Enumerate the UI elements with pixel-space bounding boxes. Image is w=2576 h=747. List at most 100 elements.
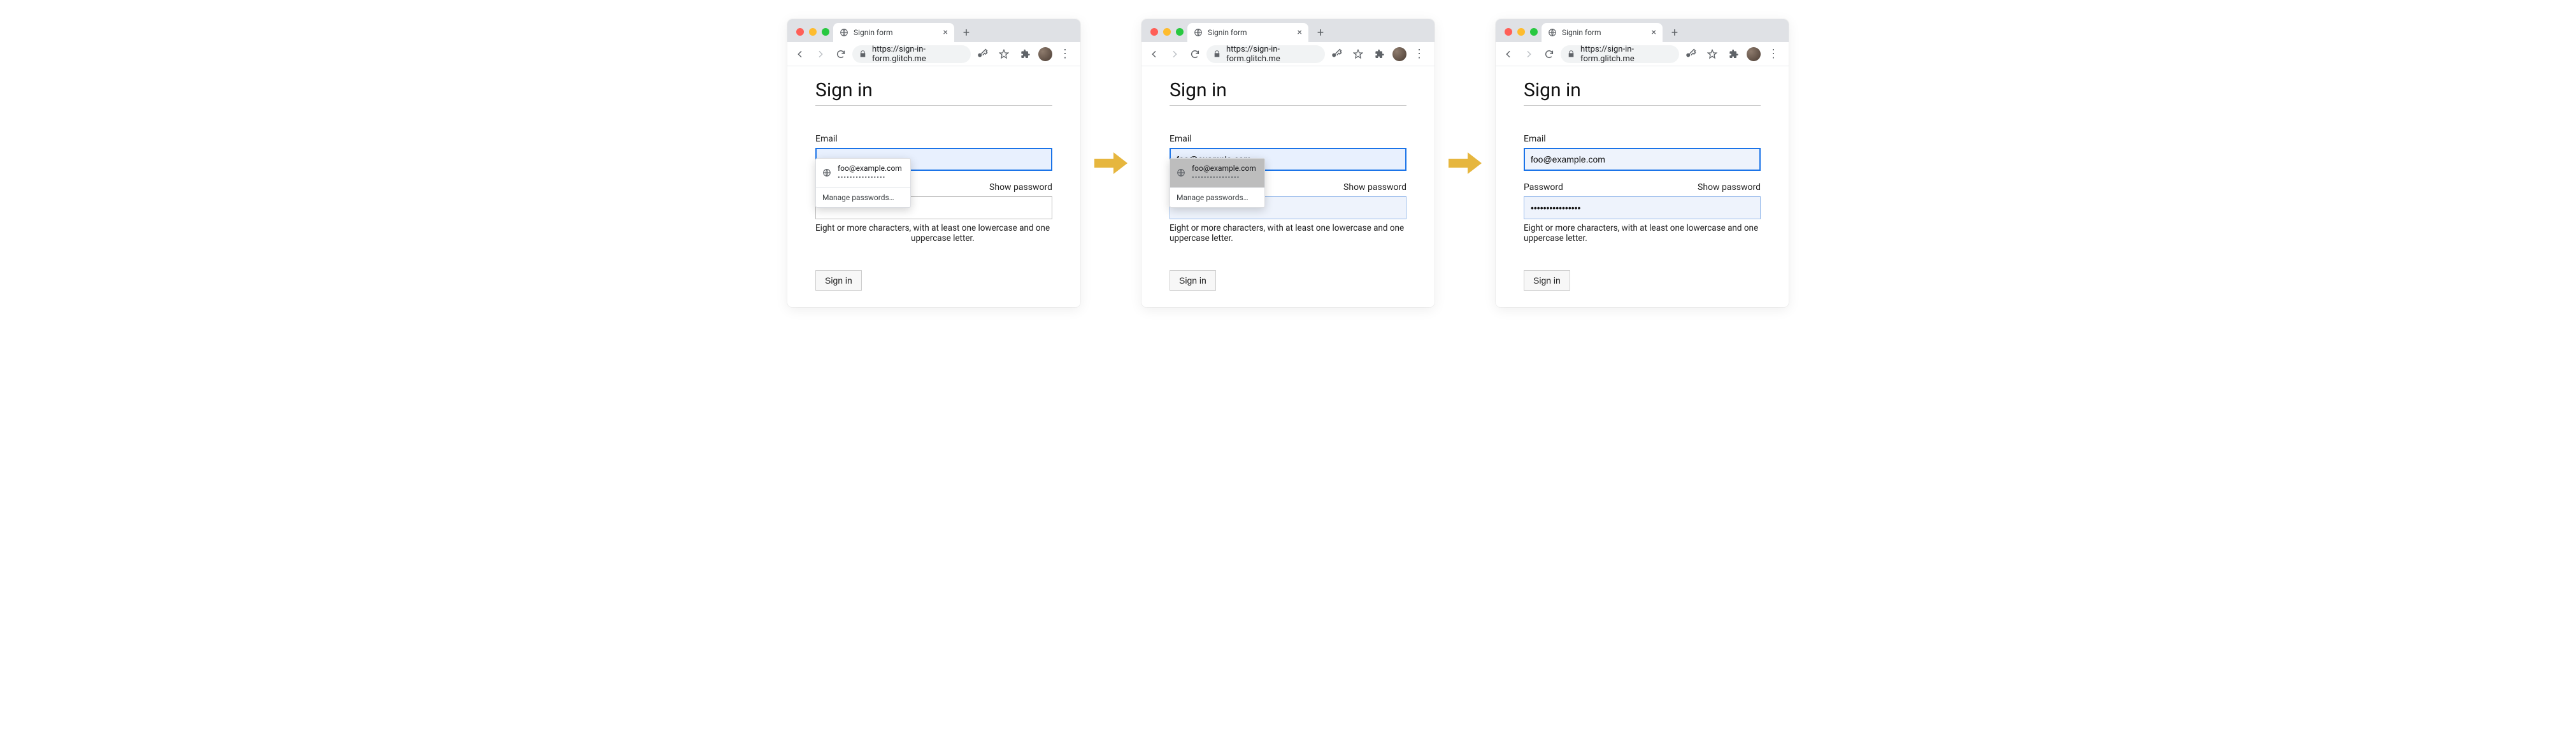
sign-in-button[interactable]: Sign in [1524, 270, 1570, 291]
lock-icon [859, 50, 867, 58]
manage-passwords-link[interactable]: Manage passwords… [816, 188, 910, 207]
show-password-toggle[interactable]: Show password [989, 182, 1052, 192]
password-hint: Eight or more characters, with at least … [815, 223, 1052, 243]
password-hint: Eight or more characters, with at least … [1524, 223, 1761, 243]
globe-icon [840, 28, 848, 37]
email-field-group: Email foo@example.com •••••••••••••••• M… [815, 134, 1052, 171]
divider [1170, 105, 1406, 106]
page-content: Sign in Email Password Show password Eig… [1496, 66, 1789, 307]
back-button[interactable] [791, 45, 809, 63]
globe-icon [1548, 28, 1557, 37]
profile-avatar[interactable] [1392, 47, 1406, 61]
tab-strip: Signin form × + [787, 19, 1080, 42]
new-tab-button[interactable]: + [1666, 24, 1683, 41]
email-label: Email [815, 134, 1052, 144]
toolbar: https://sign-in-form.glitch.me ⋮ [1141, 42, 1435, 66]
address-bar[interactable]: https://sign-in-form.glitch.me [1206, 45, 1325, 63]
minimize-window-button[interactable] [809, 28, 817, 36]
bookmark-star-icon[interactable] [1703, 45, 1721, 63]
close-tab-button[interactable]: × [1298, 28, 1302, 37]
bookmark-star-icon[interactable] [995, 45, 1013, 63]
reload-button[interactable] [1186, 45, 1204, 63]
reload-button[interactable] [832, 45, 850, 63]
bookmark-star-icon[interactable] [1349, 45, 1367, 63]
url-text: https://sign-in-form.glitch.me [872, 45, 964, 64]
toolbar: https://sign-in-form.glitch.me ⋮ [1496, 42, 1789, 66]
autofill-email: foo@example.com [838, 164, 902, 173]
manage-passwords-link[interactable]: Manage passwords… [1170, 188, 1264, 207]
autofill-email: foo@example.com [1192, 164, 1256, 173]
autofill-suggestion[interactable]: foo@example.com •••••••••••••••• [816, 159, 910, 187]
back-button[interactable] [1499, 45, 1517, 63]
browser-window-state-2: Signin form × + https://sign-in-form.gli… [1141, 19, 1435, 307]
new-tab-button[interactable]: + [1312, 24, 1329, 41]
close-window-button[interactable] [1150, 28, 1158, 36]
sign-in-button[interactable]: Sign in [815, 270, 862, 291]
arrow-icon [1094, 151, 1127, 175]
forward-button[interactable] [1166, 45, 1184, 63]
autofill-suggestion[interactable]: foo@example.com •••••••••••••••• [1170, 159, 1264, 187]
extensions-icon[interactable] [1017, 45, 1034, 63]
browser-tab[interactable]: Signin form × [1542, 23, 1663, 42]
key-icon[interactable] [1327, 45, 1345, 63]
toolbar-right-icons: ⋮ [1682, 45, 1785, 63]
page-title: Sign in [1524, 79, 1761, 101]
menu-button[interactable]: ⋮ [1056, 45, 1074, 63]
zoom-window-button[interactable] [1176, 28, 1184, 36]
password-input[interactable] [1524, 196, 1761, 219]
tab-title: Signin form [854, 28, 893, 37]
forward-button[interactable] [1520, 45, 1538, 63]
globe-icon [1194, 28, 1203, 37]
profile-avatar[interactable] [1038, 47, 1052, 61]
email-field-group: Email foo@example.com •••••••••••••••• M… [1170, 134, 1406, 171]
address-bar[interactable]: https://sign-in-form.glitch.me [852, 45, 971, 63]
minimize-window-button[interactable] [1517, 28, 1525, 36]
show-password-toggle[interactable]: Show password [1698, 182, 1761, 192]
page-title: Sign in [815, 79, 1052, 101]
window-controls [1501, 28, 1542, 42]
email-field-group: Email [1524, 134, 1761, 171]
page-content: Sign in Email foo@example.com ••••••••••… [787, 66, 1080, 307]
menu-button[interactable]: ⋮ [1764, 45, 1782, 63]
tab-title: Signin form [1562, 28, 1601, 37]
extensions-icon[interactable] [1725, 45, 1743, 63]
email-input[interactable] [1524, 148, 1761, 171]
show-password-toggle[interactable]: Show password [1343, 182, 1406, 192]
toolbar-right-icons: ⋮ [1327, 45, 1431, 63]
divider [815, 105, 1052, 106]
browser-window-state-3: Signin form × + https://sign-in-form.gli… [1496, 19, 1789, 307]
browser-tab[interactable]: Signin form × [1187, 23, 1308, 42]
close-tab-button[interactable]: × [943, 28, 948, 37]
profile-avatar[interactable] [1747, 47, 1761, 61]
menu-button[interactable]: ⋮ [1410, 45, 1428, 63]
reload-button[interactable] [1540, 45, 1558, 63]
page-title: Sign in [1170, 79, 1406, 101]
globe-icon [1177, 168, 1185, 177]
close-window-button[interactable] [796, 28, 804, 36]
lock-icon [1567, 50, 1575, 58]
browser-window-state-1: Signin form × + https://sign-in-form.gli… [787, 19, 1080, 307]
new-tab-button[interactable]: + [958, 24, 975, 41]
minimize-window-button[interactable] [1163, 28, 1171, 36]
address-bar[interactable]: https://sign-in-form.glitch.me [1561, 45, 1679, 63]
back-button[interactable] [1145, 45, 1163, 63]
autofill-popup: foo@example.com •••••••••••••••• Manage … [1170, 158, 1265, 208]
autofill-password-mask: •••••••••••••••• [838, 173, 902, 182]
autofill-popup: foo@example.com •••••••••••••••• Manage … [815, 158, 911, 208]
toolbar: https://sign-in-form.glitch.me ⋮ [787, 42, 1080, 66]
key-icon[interactable] [973, 45, 991, 63]
sign-in-button[interactable]: Sign in [1170, 270, 1216, 291]
close-window-button[interactable] [1505, 28, 1512, 36]
password-field-group: Password Show password Eight or more cha… [1524, 182, 1761, 243]
key-icon[interactable] [1682, 45, 1699, 63]
browser-tab[interactable]: Signin form × [833, 23, 954, 42]
page-content: Sign in Email foo@example.com ••••••••••… [1141, 66, 1435, 307]
forward-button[interactable] [812, 45, 829, 63]
url-text: https://sign-in-form.glitch.me [1226, 45, 1319, 64]
email-label: Email [1170, 134, 1406, 144]
zoom-window-button[interactable] [822, 28, 829, 36]
close-tab-button[interactable]: × [1652, 28, 1656, 37]
extensions-icon[interactable] [1371, 45, 1389, 63]
lock-icon [1213, 50, 1221, 58]
zoom-window-button[interactable] [1530, 28, 1538, 36]
